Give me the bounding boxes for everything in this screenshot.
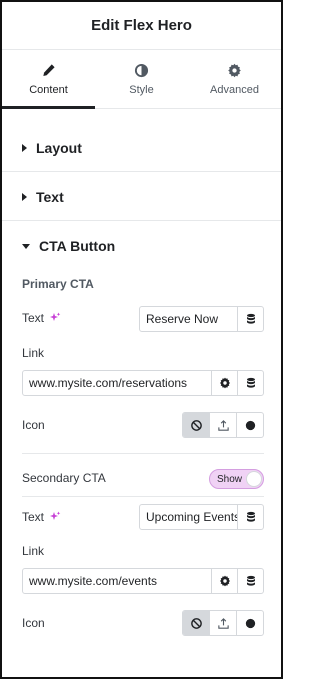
gear-icon (228, 63, 241, 78)
ai-sparkle-icon[interactable] (49, 312, 61, 324)
primary-link-value[interactable]: www.mysite.com/reservations (23, 371, 211, 395)
ai-sparkle-icon[interactable] (49, 511, 61, 523)
gear-icon (219, 575, 230, 587)
icon-none-option[interactable] (183, 611, 209, 635)
dynamic-tags-button[interactable] (237, 371, 263, 395)
dynamic-tags-button[interactable] (237, 505, 263, 529)
panel-header: Edit Flex Hero (2, 2, 281, 50)
link-options-button[interactable] (211, 569, 237, 593)
database-icon (246, 313, 255, 324)
toggle-knob (246, 471, 262, 487)
link-options-button[interactable] (211, 371, 237, 395)
primary-text-input[interactable]: Reserve Now (139, 306, 264, 332)
gear-icon (219, 377, 230, 389)
primary-cta-heading: Primary CTA (22, 277, 94, 291)
caret-down-icon (22, 243, 30, 249)
dynamic-tags-button[interactable] (237, 307, 263, 331)
divider (22, 496, 264, 497)
panel-title: Edit Flex Hero (91, 17, 192, 34)
secondary-icon-label: Icon (22, 616, 45, 630)
secondary-text-input[interactable]: Upcoming Events (139, 504, 264, 530)
toggle-label: Show (217, 473, 243, 485)
icon-upload-option[interactable] (209, 611, 236, 635)
primary-icon-label: Icon (22, 418, 45, 432)
circle-icon (245, 618, 255, 628)
secondary-cta-toggle[interactable]: Show (209, 469, 264, 489)
section-layout-label: Layout (36, 139, 82, 156)
primary-text-value[interactable]: Reserve Now (140, 307, 237, 331)
editor-panel: Edit Flex Hero Content Style Advanced La… (0, 0, 283, 679)
primary-text-label: Text (22, 311, 45, 325)
primary-text-label-row: Text (22, 311, 61, 325)
secondary-link-label: Link (22, 544, 45, 558)
secondary-link-value[interactable]: www.mysite.com/events (23, 569, 211, 593)
tab-bar: Content Style Advanced (2, 51, 281, 109)
section-cta-label: CTA Button (39, 238, 116, 254)
upload-icon (217, 617, 229, 629)
icon-library-option[interactable] (236, 413, 263, 437)
secondary-text-label-row: Text (22, 510, 61, 524)
icon-none-option[interactable] (183, 413, 209, 437)
primary-icon-choose (182, 412, 264, 438)
tab-style-label: Style (129, 84, 154, 96)
database-icon (246, 575, 255, 586)
section-layout[interactable]: Layout (2, 124, 281, 172)
tab-content[interactable]: Content (2, 51, 95, 109)
section-text[interactable]: Text (2, 173, 281, 221)
section-text-label: Text (36, 188, 64, 205)
ban-icon (190, 419, 202, 431)
ban-icon (190, 617, 202, 629)
primary-link-input[interactable]: www.mysite.com/reservations (22, 370, 264, 396)
section-cta[interactable]: CTA Button (2, 222, 281, 270)
caret-right-icon (22, 143, 27, 152)
secondary-cta-heading: Secondary CTA (22, 471, 106, 485)
secondary-link-input[interactable]: www.mysite.com/events (22, 568, 264, 594)
tab-advanced[interactable]: Advanced (188, 51, 281, 108)
tab-content-label: Content (29, 84, 68, 96)
divider (22, 453, 264, 454)
database-icon (246, 511, 255, 522)
secondary-icon-choose (182, 610, 264, 636)
dynamic-tags-button[interactable] (237, 569, 263, 593)
upload-icon (217, 419, 229, 431)
icon-upload-option[interactable] (209, 413, 236, 437)
tab-advanced-label: Advanced (210, 84, 259, 96)
circle-icon (245, 420, 255, 430)
pencil-icon (43, 64, 55, 76)
half-circle-icon (134, 63, 149, 78)
tab-style[interactable]: Style (95, 51, 188, 108)
secondary-text-value[interactable]: Upcoming Events (140, 505, 237, 529)
primary-link-label: Link (22, 346, 45, 360)
database-icon (246, 377, 255, 388)
icon-library-option[interactable] (236, 611, 263, 635)
caret-right-icon (22, 192, 27, 201)
secondary-text-label: Text (22, 510, 45, 524)
